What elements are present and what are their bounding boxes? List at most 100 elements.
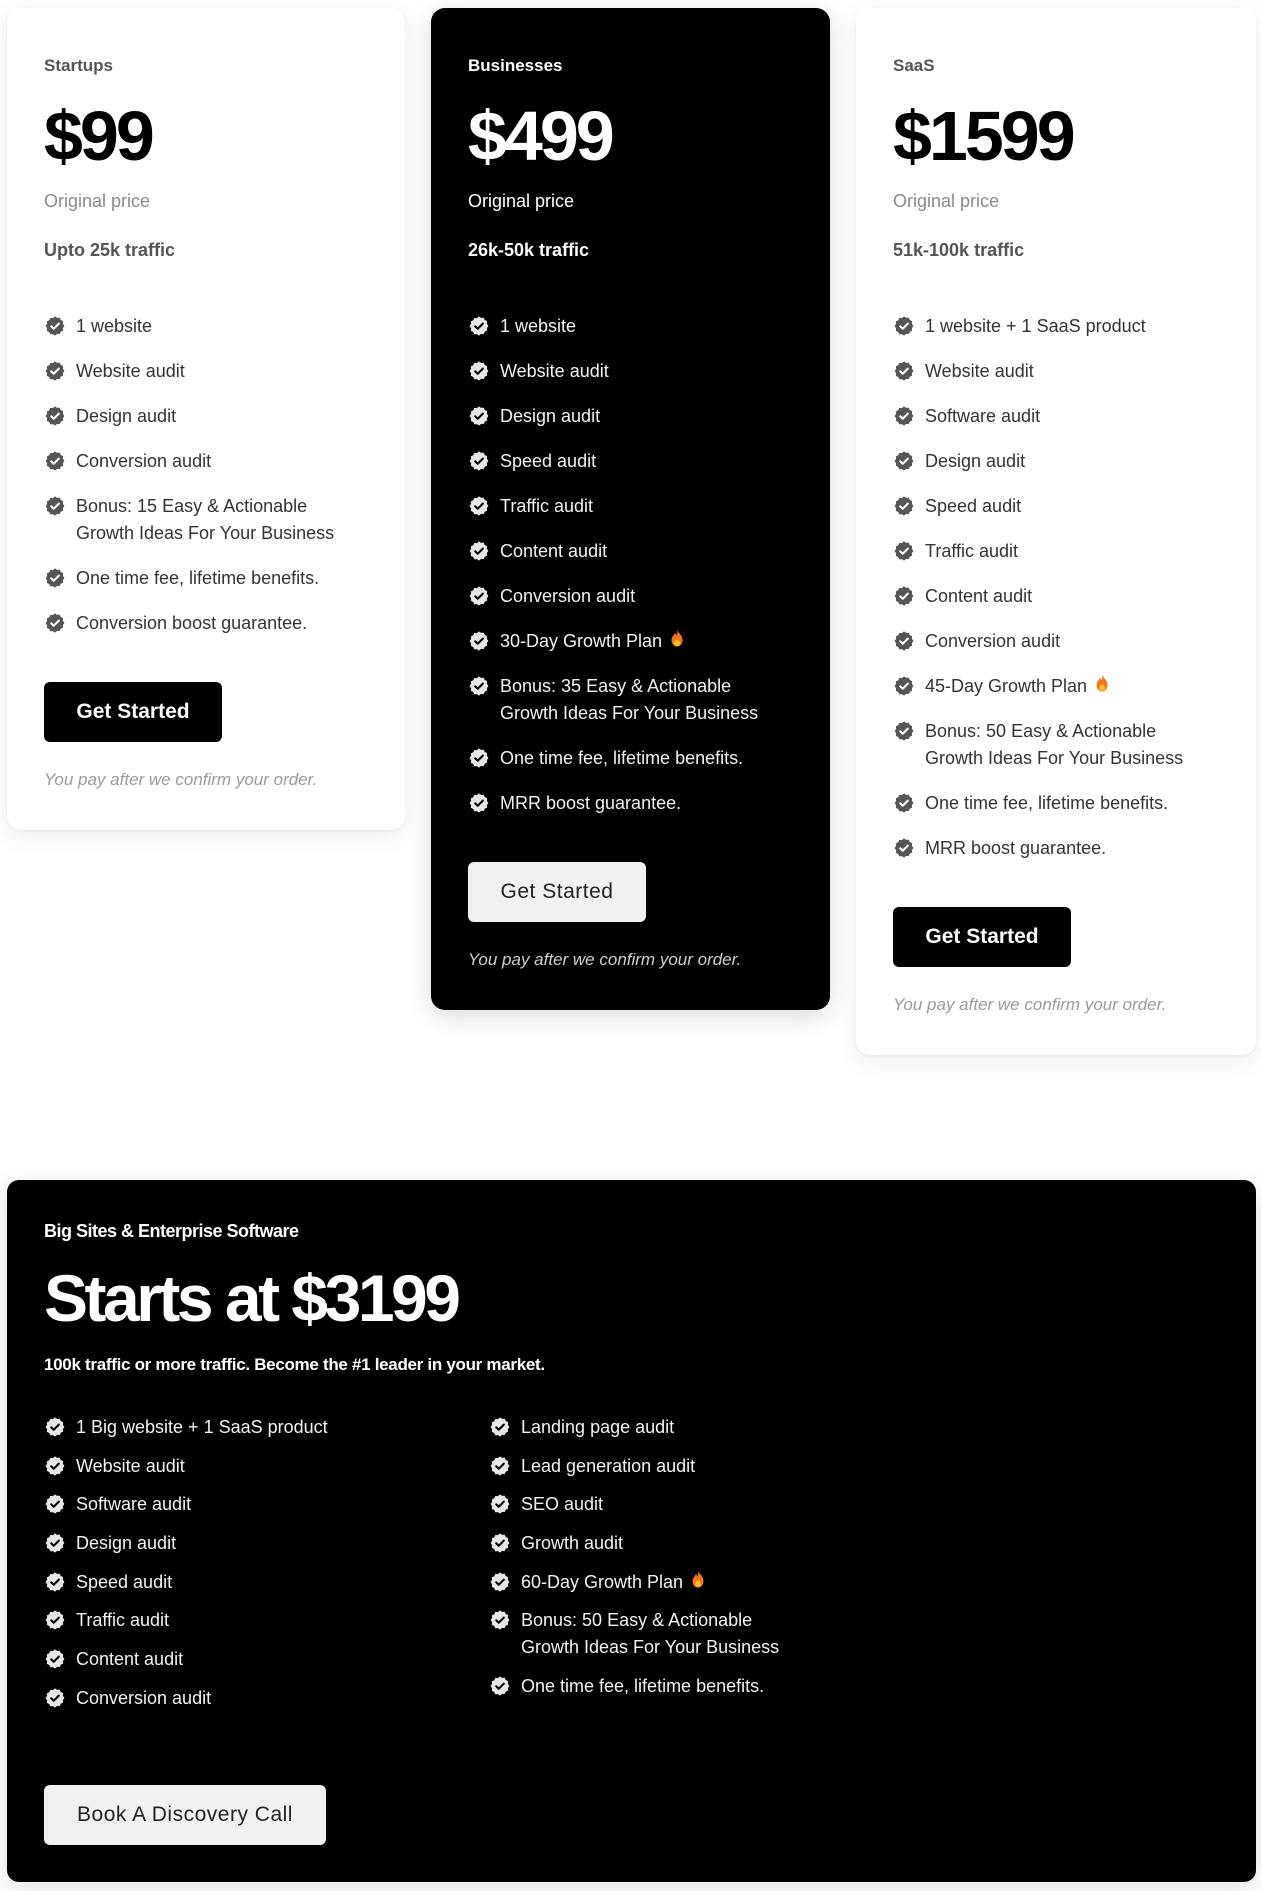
feature-item: MRR boost guarantee. [893,835,1219,862]
pricing-card-saas: SaaS $1599 Original price 51k-100k traff… [856,8,1256,1055]
traffic-range: 51k-100k traffic [893,240,1025,260]
badge-check-icon [893,405,915,427]
feature-text: Conversion boost guarantee. [76,613,308,633]
feature-item: Bonus: 35 Easy & Actionable Growth Ideas… [468,673,793,727]
get-started-button[interactable]: Get Started [893,907,1071,967]
feature-text: One time fee, lifetime benefits. [521,1676,765,1697]
pricing-card-startups: Startups $99 Original price Upto 25k tra… [7,8,405,830]
feature-text: Conversion audit [76,1687,212,1708]
get-started-button[interactable]: Get Started [468,862,646,922]
feature-item: Traffic audit [44,1607,489,1634]
feature-text: 1 website [500,316,577,336]
feature-text: Conversion audit [500,586,636,606]
badge-check-icon [44,1648,66,1670]
badge-check-icon [44,1416,66,1438]
badge-check-icon [893,675,915,697]
feature-item: Software audit [893,403,1219,430]
feature-text: Content audit [76,1649,184,1670]
feature-item: Design audit [893,448,1219,475]
payment-note: You pay after we confirm your order. [468,950,742,969]
badge-check-icon [893,540,915,562]
feature-item: Website audit [893,358,1219,385]
badge-check-icon [468,450,490,472]
feature-item: Bonus: 50 Easy & Actionable Growth Ideas… [893,718,1219,772]
badge-check-icon [44,315,66,337]
badge-check-icon [893,630,915,652]
feature-text: MRR boost guarantee. [925,838,1107,858]
badge-check-icon [893,495,915,517]
badge-check-icon [468,360,490,382]
feature-text: Content audit [500,541,608,561]
badge-check-icon [468,315,490,337]
badge-check-icon [468,630,490,652]
plan-name: SaaS [893,56,935,75]
enterprise-feature-list-right: Landing page audit Lead generation audit S… [489,1414,934,1724]
feature-text: Speed audit [925,496,1022,516]
feature-item: Design audit [468,403,793,430]
feature-text: Conversion audit [76,451,212,471]
feature-item: Bonus: 50 Easy & Actionable Growth Ideas… [489,1607,934,1661]
badge-check-icon [893,720,915,742]
feature-item: 30-Day Growth Plan [468,628,793,655]
enterprise-feature-list-left: 1 Big website + 1 SaaS product Website au… [44,1414,489,1724]
feature-item: Website audit [44,358,368,385]
badge-check-icon [893,792,915,814]
feature-list: 1 website + 1 SaaS product Website audit S… [893,313,1219,862]
book-discovery-call-button[interactable]: Book A Discovery Call [44,1785,326,1845]
badge-check-icon [44,450,66,472]
badge-check-icon [44,1609,66,1631]
feature-text: Traffic audit [76,1610,170,1631]
enterprise-label: Big Sites & Enterprise Software [44,1221,299,1241]
feature-text: Bonus: 50 Easy & Actionable Growth Ideas… [925,721,1184,768]
badge-check-icon [893,585,915,607]
feature-text: 1 Big website + 1 SaaS product [76,1417,328,1437]
plan-price: $1599 [893,97,1076,175]
plan-name: Businesses [468,56,563,75]
feature-text: Speed audit [500,451,597,471]
traffic-range: Upto 25k traffic [44,240,176,260]
price-note: Original price [44,191,151,211]
price-note: Original price [893,191,1000,211]
badge-check-icon [489,1416,511,1438]
badge-check-icon [468,747,490,769]
feature-item: 45-Day Growth Plan [893,673,1219,700]
feature-item: Speed audit [468,448,793,475]
enterprise-price-title: Starts at $3199 [44,1261,461,1335]
feature-text: One time fee, lifetime benefits. [500,748,744,768]
get-started-button[interactable]: Get Started [44,682,222,742]
feature-item: MRR boost guarantee. [468,790,793,817]
badge-check-icon [468,675,490,697]
feature-item: 60-Day Growth Plan [489,1569,934,1596]
payment-note: You pay after we confirm your order. [893,995,1167,1014]
feature-item: Design audit [44,1530,489,1557]
badge-check-icon [44,1493,66,1515]
price-note: Original price [468,191,575,211]
badge-check-icon [468,792,490,814]
feature-item: 1 website + 1 SaaS product [893,313,1219,340]
pricing-card-businesses: Businesses $499 Original price 26k-50k t… [431,8,830,1010]
feature-item: Growth audit [489,1530,934,1557]
feature-text: One time fee, lifetime benefits. [76,568,320,588]
feature-item: One time fee, lifetime benefits. [44,565,368,592]
feature-text: Website audit [925,361,1034,381]
feature-item: Software audit [44,1491,489,1518]
feature-item: One time fee, lifetime benefits. [489,1673,934,1700]
plan-name: Startups [44,56,113,75]
badge-check-icon [44,405,66,427]
fire-icon [691,1569,705,1588]
feature-item: 1 Big website + 1 SaaS product [44,1414,489,1441]
feature-item: Conversion audit [893,628,1219,655]
traffic-range: 26k-50k traffic [468,240,590,260]
feature-item: Conversion boost guarantee. [44,610,368,637]
badge-check-icon [893,837,915,859]
badge-check-icon [44,1455,66,1477]
plan-price: $99 [44,97,155,175]
badge-check-icon [468,585,490,607]
badge-check-icon [489,1675,511,1697]
feature-item: Website audit [44,1453,489,1480]
feature-text: Bonus: 50 Easy & Actionable Growth Ideas… [521,1610,780,1658]
feature-text: Website audit [76,361,185,381]
badge-check-icon [489,1493,511,1515]
badge-check-icon [44,1687,66,1709]
feature-text: 30-Day Growth Plan [500,631,663,651]
